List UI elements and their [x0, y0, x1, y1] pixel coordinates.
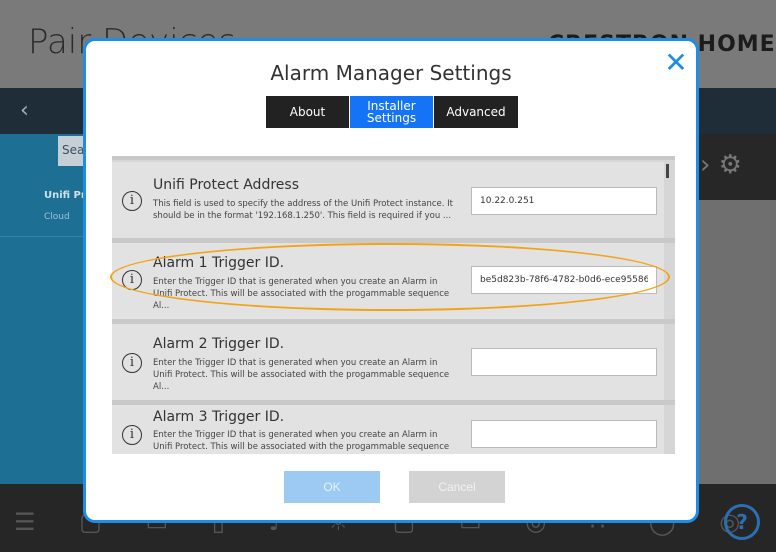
- alarm1-trigger-input[interactable]: [471, 266, 657, 294]
- info-icon[interactable]: i: [122, 425, 142, 445]
- settings-list[interactable]: i Unifi Protect Address This field is us…: [112, 156, 675, 454]
- dialog-title: Alarm Manager Settings: [270, 61, 512, 85]
- unifi-address-input[interactable]: [471, 187, 657, 215]
- scrollbar-thumb[interactable]: [666, 164, 669, 178]
- tab-advanced[interactable]: Advanced: [434, 96, 518, 128]
- tab-installer-settings[interactable]: Installer Settings: [350, 96, 434, 128]
- device-list-item-name[interactable]: Unifi Pr: [44, 190, 86, 201]
- close-icon[interactable]: ✕: [664, 49, 688, 77]
- setting-description: Enter the Trigger ID that is generated w…: [153, 430, 450, 452]
- settings-gear-icon[interactable]: › ⚙: [700, 150, 742, 180]
- info-icon[interactable]: i: [122, 270, 142, 290]
- settings-tabs: About Installer Settings Advanced: [266, 96, 518, 128]
- setting-description: Enter the Trigger ID that is generated w…: [153, 358, 450, 392]
- help-icon[interactable]: ?: [724, 504, 760, 540]
- ok-button[interactable]: OK: [284, 471, 380, 503]
- setting-row-unifi-address: i Unifi Protect Address This field is us…: [112, 162, 664, 238]
- alarm2-trigger-input[interactable]: [471, 348, 657, 376]
- scroll-track: [112, 156, 675, 160]
- setting-row-alarm3: i Alarm 3 Trigger ID. Enter the Trigger …: [112, 405, 664, 454]
- setting-description: This field is used to specify the addres…: [153, 199, 453, 221]
- cancel-button[interactable]: Cancel: [409, 471, 505, 503]
- tab-about[interactable]: About: [266, 96, 350, 128]
- info-icon[interactable]: i: [122, 353, 142, 373]
- back-chevron-icon[interactable]: ‹: [20, 98, 29, 123]
- setting-title: Alarm 2 Trigger ID.: [153, 336, 285, 352]
- alarm-manager-settings-dialog: Alarm Manager Settings ✕ About Installer…: [83, 38, 699, 523]
- setting-title: Alarm 1 Trigger ID.: [153, 255, 285, 271]
- list-divider: [0, 236, 84, 237]
- setting-row-alarm2: i Alarm 2 Trigger ID. Enter the Trigger …: [112, 324, 664, 400]
- search-input[interactable]: Sea: [58, 136, 84, 166]
- device-list-item-sub: Cloud: [44, 212, 70, 222]
- setting-description: Enter the Trigger ID that is generated w…: [153, 277, 450, 311]
- setting-title: Alarm 3 Trigger ID.: [153, 409, 285, 425]
- alarm3-trigger-input[interactable]: [471, 420, 657, 448]
- setting-title: Unifi Protect Address: [153, 177, 299, 193]
- setting-row-alarm1: i Alarm 1 Trigger ID. Enter the Trigger …: [112, 243, 664, 319]
- info-icon[interactable]: i: [122, 191, 142, 211]
- device-list-panel: [0, 134, 84, 484]
